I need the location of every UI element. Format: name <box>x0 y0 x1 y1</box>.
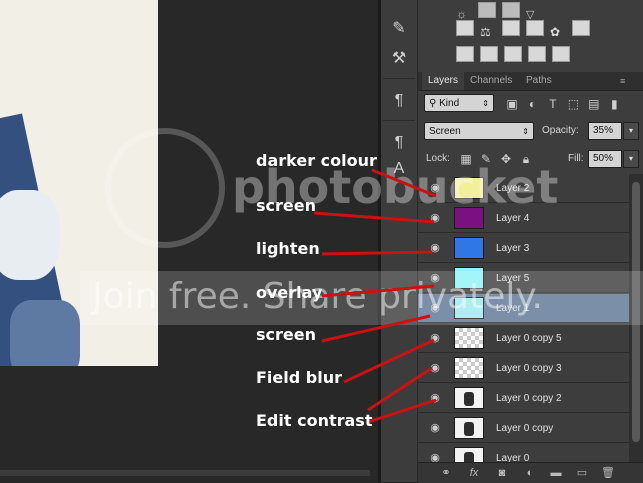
blend-mode-value: Screen <box>429 126 461 137</box>
add-mask-icon[interactable]: ◙ <box>494 465 510 481</box>
tab-channels[interactable]: Channels <box>464 72 518 90</box>
visibility-eye-icon[interactable]: ◉ <box>428 241 442 255</box>
visibility-eye-icon[interactable]: ◉ <box>428 331 442 345</box>
search-icon: ⚲ <box>429 98 440 109</box>
filter-kind-select[interactable]: ⚲ Kind ⇕ <box>424 94 494 112</box>
new-group-icon[interactable]: ▬ <box>548 465 564 481</box>
threshold-icon[interactable] <box>504 46 522 62</box>
strip-separator <box>383 78 415 79</box>
annotation-screen-1: screen <box>256 196 316 215</box>
layers-bottom-bar: ⚭ fx ◙ ◐ ▬ ▭ 🗑︎ <box>418 462 643 483</box>
layer-row[interactable]: ◉ Layer 0 copy 3 <box>418 354 629 383</box>
adjustment-layer-filter-icon[interactable]: ◐ <box>524 96 540 112</box>
photo-filter-icon[interactable] <box>526 20 544 36</box>
annotation-lighten: lighten <box>256 239 320 258</box>
visibility-eye-icon[interactable]: ◉ <box>428 361 442 375</box>
blend-mode-select[interactable]: Screen ⇕ <box>424 122 534 140</box>
selective-color-icon[interactable] <box>528 46 546 62</box>
delete-layer-icon[interactable]: 🗑︎ <box>600 465 616 481</box>
image-blue-shape-lower <box>10 300 80 366</box>
paragraph-icon[interactable]: ¶ <box>387 90 411 112</box>
opacity-input[interactable]: 35% <box>588 122 622 140</box>
tab-paths[interactable]: Paths <box>520 72 558 90</box>
layer-name[interactable]: Layer 3 <box>496 234 529 263</box>
horizontal-scrollbar[interactable] <box>0 470 370 476</box>
layer-thumbnail[interactable] <box>454 387 484 409</box>
layer-thumbnail[interactable] <box>454 237 484 259</box>
visibility-eye-icon[interactable]: ◉ <box>428 451 442 462</box>
link-layers-icon[interactable]: ⚭ <box>438 465 454 481</box>
brush-presets-icon[interactable]: ✎ <box>387 18 411 40</box>
clone-source-icon[interactable]: ⚒ <box>387 48 411 70</box>
pixel-layer-filter-icon[interactable]: ▣ <box>504 96 520 112</box>
visibility-eye-icon[interactable]: ◉ <box>428 421 442 435</box>
layer-row[interactable]: ◉ Layer 0 copy <box>418 414 629 443</box>
annotation-darker-colour: darker colour <box>256 151 377 170</box>
watermark-logo <box>105 128 225 248</box>
layer-thumbnail[interactable] <box>454 417 484 439</box>
stepper-icon: ⇕ <box>482 99 489 108</box>
adjustments-row-3 <box>456 46 576 64</box>
shape-layer-filter-icon[interactable]: ⬚ <box>565 96 581 112</box>
brightness-icon[interactable]: ☼ <box>456 7 472 21</box>
layer-row[interactable]: ◉ Layer 3 <box>418 234 629 263</box>
panel-icon-strip: ✎ ⚒ ¶ ¶ A <box>381 0 418 482</box>
filter-kind-label: Kind <box>439 98 460 109</box>
annotation-screen-2: screen <box>256 325 316 344</box>
layer-style-fx-icon[interactable]: fx <box>466 465 482 481</box>
paragraph-styles-icon[interactable]: ¶ <box>387 132 411 154</box>
stepper-icon: ⇕ <box>522 127 529 136</box>
invert-icon[interactable] <box>456 46 474 62</box>
curves-icon[interactable] <box>502 2 520 18</box>
layer-name[interactable]: Layer 0 copy 5 <box>496 324 562 353</box>
layers-panel-column: ☼ ▽ ⚖ ✿ Layers Channels Paths ≡ ⚲ Kind ⇕ ▣ … <box>418 0 643 483</box>
layer-name[interactable]: Layer 0 copy <box>496 414 553 443</box>
smart-object-filter-icon[interactable]: ▤ <box>586 96 602 112</box>
annotation-overlay: overlay <box>256 283 323 302</box>
layer-thumbnail[interactable] <box>454 357 484 379</box>
layer-row[interactable]: ◉ Layer 0 <box>418 444 629 462</box>
new-adjustment-layer-icon[interactable]: ◐ <box>522 465 538 481</box>
panel-tabs: Layers Channels Paths ≡ <box>418 72 643 91</box>
color-balance-icon[interactable]: ⚖ <box>480 25 496 39</box>
blend-row: Screen ⇕ Opacity: 35% ▾ <box>422 122 640 142</box>
adjustments-row-1: ☼ ▽ <box>456 2 548 21</box>
fill-input[interactable]: 50% <box>588 150 622 168</box>
black-white-icon[interactable] <box>502 20 520 36</box>
layer-thumbnail[interactable] <box>454 447 484 462</box>
new-layer-icon[interactable]: ▭ <box>574 465 590 481</box>
annotation-edit-contrast: Edit contrast <box>256 411 373 430</box>
layer-name[interactable]: Layer 0 copy 2 <box>496 384 562 413</box>
layer-row[interactable]: ◉ Layer 0 copy 2 <box>418 384 629 413</box>
visibility-eye-icon[interactable]: ◉ <box>428 391 442 405</box>
tab-layers[interactable]: Layers <box>422 72 465 90</box>
layer-row[interactable]: ◉ Layer 0 copy 5 <box>418 324 629 353</box>
annotation-field-blur: Field blur <box>256 368 342 387</box>
layer-thumbnail[interactable] <box>454 327 484 349</box>
hue-saturation-icon[interactable] <box>456 20 474 36</box>
fill-dropdown-button[interactable]: ▾ <box>623 150 639 168</box>
gradient-map-icon[interactable] <box>552 46 570 62</box>
panel-menu-icon[interactable]: ≡ <box>614 72 631 90</box>
opacity-label: Opacity: <box>542 125 579 136</box>
fill-label: Fill: <box>568 153 584 164</box>
posterize-icon[interactable] <box>480 46 498 62</box>
strip-separator <box>383 120 415 121</box>
opacity-dropdown-button[interactable]: ▾ <box>623 122 639 140</box>
channel-mixer-icon[interactable]: ✿ <box>550 25 566 39</box>
levels-icon[interactable] <box>478 2 496 18</box>
type-layer-filter-icon[interactable]: T <box>545 96 561 112</box>
layer-name[interactable]: Layer 0 copy 3 <box>496 354 562 383</box>
filter-icons: ▣ ◐ T ⬚ ▤ ▮ <box>504 95 622 113</box>
filter-row: ⚲ Kind ⇕ ▣ ◐ T ⬚ ▤ ▮ <box>422 94 640 114</box>
adjustments-row-2: ⚖ ✿ <box>456 20 596 39</box>
layer-name[interactable]: Layer 0 <box>496 444 529 462</box>
color-lookup-icon[interactable] <box>572 20 590 36</box>
filter-toggle-icon[interactable]: ▮ <box>606 96 622 112</box>
image-white-shape <box>0 190 60 280</box>
